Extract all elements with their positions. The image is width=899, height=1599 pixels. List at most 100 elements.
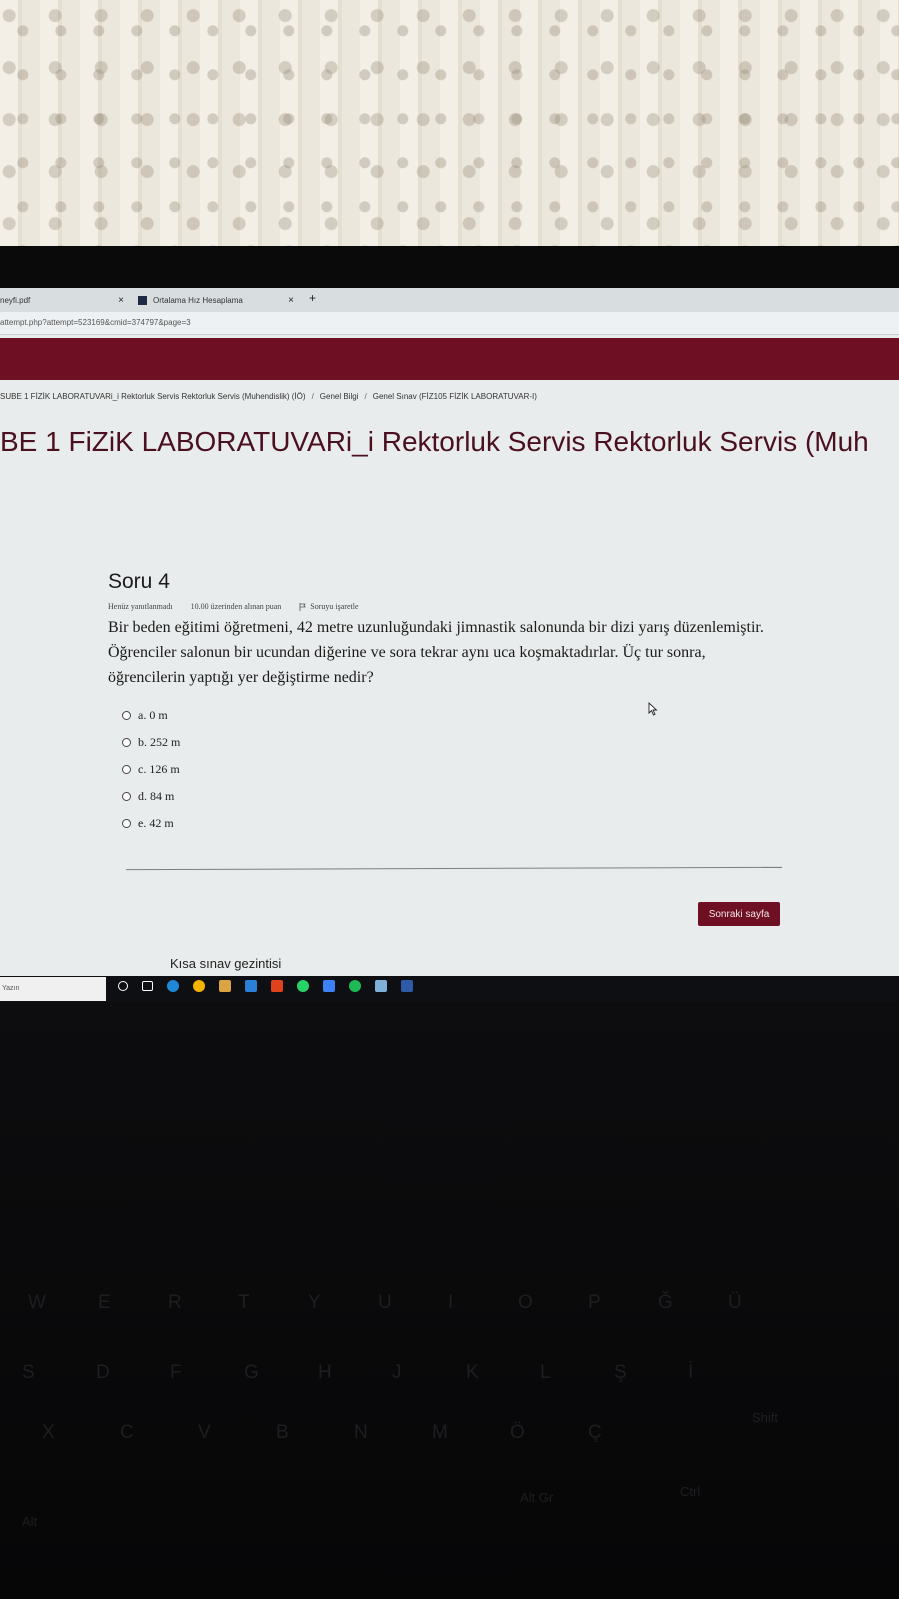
office-icon[interactable] — [271, 980, 283, 992]
option-label: d. 84 m — [138, 789, 175, 803]
keyboard-key: Ö — [510, 1422, 525, 1443]
answer-option-b[interactable]: b. 252 m — [122, 729, 788, 756]
browser-tab-bar: neyfi.pdf × Ortalama Hız Hesaplama × + — [0, 288, 899, 312]
browser-tab-pdf[interactable]: neyfi.pdf × — [0, 290, 128, 310]
laptop-screen: neyfi.pdf × Ortalama Hız Hesaplama × + a… — [0, 288, 899, 1002]
keyboard-key: G — [244, 1362, 259, 1383]
keyboard-key: I — [448, 1292, 454, 1313]
breadcrumb-item-section[interactable]: Genel Bilgi — [320, 392, 359, 401]
breadcrumb-separator: / — [311, 392, 314, 401]
page-title: BE 1 FiZiK LABORATUVARi_i Rektorluk Serv… — [0, 426, 869, 457]
keyboard-key: R — [168, 1292, 182, 1313]
answer-option-c[interactable]: c. 126 m — [122, 756, 788, 783]
browser-tab-ortalama-hiz[interactable]: Ortalama Hız Hesaplama × — [138, 290, 298, 310]
question-text: Bir beden eğitimi öğretmeni, 42 metre uz… — [108, 619, 764, 686]
keyboard-key: C — [120, 1422, 134, 1443]
radio-button[interactable] — [122, 792, 131, 801]
question-points: 10.00 üzerinden alınan puan — [190, 602, 282, 611]
keyboard-key: K — [466, 1362, 479, 1383]
keyboard-key: Shift — [752, 1410, 779, 1425]
spotify-icon[interactable] — [349, 980, 361, 992]
question-divider — [126, 866, 782, 871]
next-page-button[interactable]: Sonraki sayfa — [698, 902, 780, 926]
keyboard-key: B — [276, 1422, 289, 1443]
option-label: a. 0 m — [138, 708, 168, 722]
app-icon[interactable] — [375, 980, 387, 992]
keyboard-key: O — [518, 1292, 533, 1313]
chrome-icon[interactable] — [193, 980, 205, 992]
question-status: Henüz yanıtlanmadı — [108, 602, 173, 611]
option-label: e. 42 m — [138, 816, 174, 830]
answer-option-d[interactable]: d. 84 m — [122, 783, 788, 810]
keyboard-key: Ç — [588, 1422, 602, 1443]
cortana-icon[interactable] — [118, 981, 128, 991]
new-tab-button[interactable]: + — [309, 291, 316, 305]
quiz-navigation-title: Kısa sınav gezintisi — [170, 956, 282, 971]
breadcrumb-separator: / — [364, 392, 367, 401]
search-placeholder: Yazın — [2, 985, 20, 992]
keyboard-key: N — [354, 1422, 368, 1443]
keyboard-key: P — [588, 1292, 601, 1313]
keyboard-key: D — [96, 1362, 110, 1383]
keyboard-key: V — [198, 1422, 211, 1443]
breadcrumb-item-course[interactable]: SUBE 1 FİZİK LABORATUVARi_i Rektorluk Se… — [0, 392, 306, 401]
keyboard-key: Alt Gr — [520, 1490, 554, 1505]
whatsapp-icon[interactable] — [297, 980, 309, 992]
close-icon[interactable]: × — [288, 295, 294, 306]
desktop-icon[interactable] — [401, 980, 413, 992]
background-curtain — [0, 0, 899, 246]
keyboard-key: T — [238, 1292, 250, 1313]
keyboard-key: J — [392, 1362, 402, 1383]
tab-label: Ortalama Hız Hesaplama — [153, 295, 243, 305]
laptop-keyboard: W E R T Y U I O P Ğ Ü S D F G H J K L Ş İ X C V B N M Ö Ç Alt Gr Ctrl S… — [0, 1002, 899, 1599]
keyboard-key: X — [42, 1422, 55, 1443]
edge-icon[interactable] — [167, 980, 179, 992]
keyboard-key: Ş — [614, 1362, 627, 1383]
file-explorer-icon[interactable] — [219, 980, 231, 992]
windows-taskbar: Yazın — [0, 976, 899, 1002]
option-label: c. 126 m — [138, 762, 180, 776]
answer-option-e[interactable]: e. 42 m — [122, 810, 788, 837]
keyboard-key: Ü — [728, 1292, 742, 1313]
question-card: Soru 4 Henüz yanıtlanmadı 10.00 üzerinde… — [108, 570, 788, 837]
taskbar-search-box[interactable]: Yazın — [0, 977, 106, 1001]
keyboard-key: H — [318, 1362, 332, 1383]
taskbar-icons — [118, 980, 413, 992]
todo-icon[interactable] — [323, 980, 335, 992]
address-bar[interactable]: attempt.php?attempt=523169&cmid=374797&p… — [0, 312, 899, 335]
keyboard-key: Ğ — [658, 1292, 673, 1313]
laptop-bezel — [0, 246, 899, 288]
mail-icon[interactable] — [245, 980, 257, 992]
keyboard-key: L — [540, 1362, 551, 1383]
keyboard-key: Alt — [22, 1514, 38, 1529]
flag-icon — [299, 602, 307, 611]
option-label: b. 252 m — [138, 735, 181, 749]
answer-options: a. 0 m b. 252 m c. 126 m d. 84 m e. 42 m — [108, 702, 788, 837]
keyboard-key: F — [170, 1362, 182, 1383]
keyboard-key: S — [22, 1362, 35, 1383]
keyboard-key: İ — [688, 1362, 694, 1383]
radio-button[interactable] — [122, 765, 131, 774]
keyboard-key: E — [98, 1292, 111, 1313]
keyboard-key: W — [28, 1292, 46, 1313]
question-heading: Soru 4 — [108, 570, 170, 593]
keyboard-key: U — [378, 1292, 392, 1313]
breadcrumb-item-quiz[interactable]: Genel Sınav (FİZ105 FİZİK LABORATUVAR-I) — [373, 392, 537, 401]
keyboard-key: Y — [308, 1292, 321, 1313]
taskview-icon[interactable] — [142, 981, 153, 991]
keyboard-key: M — [432, 1422, 448, 1443]
breadcrumb: SUBE 1 FİZİK LABORATUVARi_i Rektorluk Se… — [0, 392, 537, 401]
tab-label: neyfi.pdf — [0, 295, 31, 305]
radio-button[interactable] — [122, 819, 131, 828]
url-text: attempt.php?attempt=523169&cmid=374797&p… — [0, 318, 191, 327]
close-icon[interactable]: × — [118, 295, 124, 306]
site-header-bar — [0, 338, 899, 380]
favicon-icon — [138, 295, 147, 305]
radio-button[interactable] — [122, 711, 131, 720]
radio-button[interactable] — [122, 738, 131, 747]
flag-label: Soruyu işaretle — [310, 602, 359, 611]
flag-question-link[interactable]: Soruyu işaretle — [299, 602, 359, 611]
answer-option-a[interactable]: a. 0 m — [122, 702, 788, 729]
mouse-cursor-icon — [648, 702, 658, 716]
question-meta: Henüz yanıtlanmadı 10.00 üzerinden alına… — [108, 602, 788, 611]
